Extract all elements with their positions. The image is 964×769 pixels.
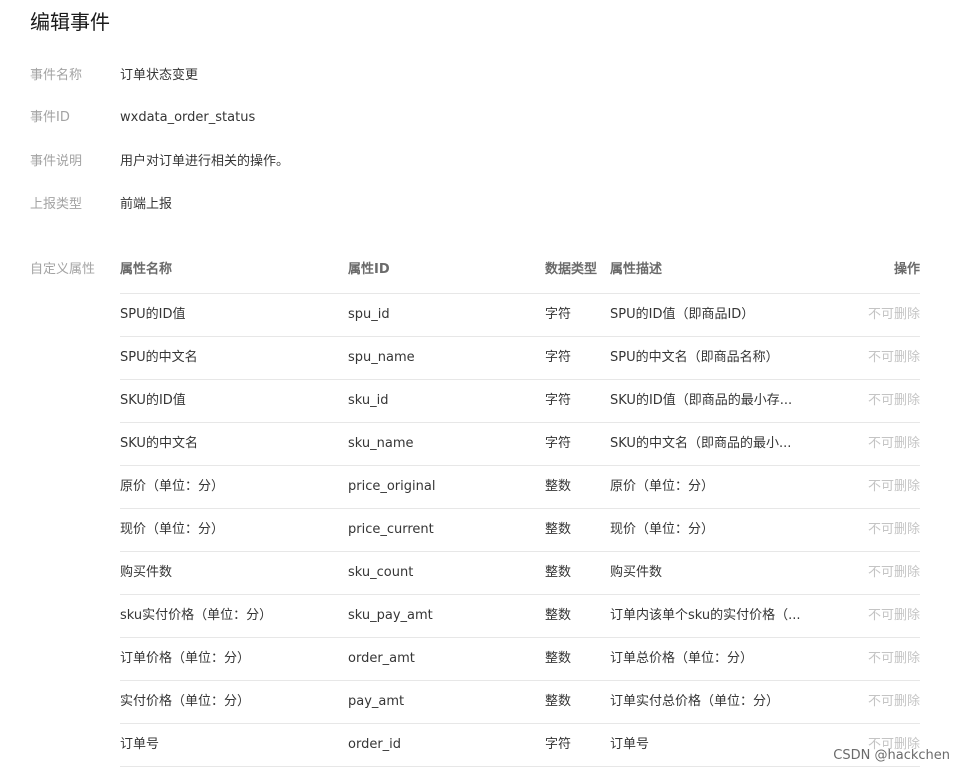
delete-disabled-label: 不可删除 <box>867 522 920 537</box>
header-attr-id: 属性ID <box>348 262 390 277</box>
delete-disabled-label: 不可删除 <box>867 350 920 365</box>
report-type-label: 上报类型 <box>30 197 83 212</box>
data-type: 字符 <box>545 436 572 451</box>
attr-name: 原价（单位：分） <box>120 479 225 494</box>
attr-description: 订单实付总价格（单位：分） <box>610 694 780 709</box>
event-description-label: 事件说明 <box>30 154 83 169</box>
data-type: 字符 <box>545 393 572 408</box>
attr-id: sku_count <box>348 565 414 580</box>
attr-description: 购买件数 <box>610 565 663 580</box>
attr-name: 订单号 <box>120 737 160 752</box>
table-row: SPU的中文名 spu_name 字符 SPU的中文名（即商品名称） 不可删除 <box>120 337 920 380</box>
data-type: 字符 <box>545 737 572 752</box>
attr-name: SPU的ID值 <box>120 307 186 322</box>
table-row: SKU的中文名 sku_name 字符 SKU的中文名（即商品的最小... 不可删除 <box>120 423 920 466</box>
table-row: sku实付价格（单位：分） sku_pay_amt 整数 订单内该单个sku的实付价格… <box>120 595 920 638</box>
delete-disabled-label: 不可删除 <box>867 608 920 623</box>
header-attr-description: 属性描述 <box>610 262 663 277</box>
attr-name: SPU的中文名 <box>120 350 198 365</box>
table-row: 原价（单位：分） price_original 整数 原价（单位：分） 不可删除 <box>120 466 920 509</box>
attr-description: 订单号 <box>610 737 650 752</box>
custom-attributes-label: 自定义属性 <box>30 262 96 277</box>
attr-id: order_amt <box>348 651 415 666</box>
attr-name: 购买件数 <box>120 565 173 580</box>
event-id-value: wxdata_order_status <box>120 110 256 125</box>
report-type-value: 前端上报 <box>120 197 173 212</box>
delete-disabled-label: 不可删除 <box>867 307 920 322</box>
delete-disabled-label: 不可删除 <box>867 393 920 408</box>
attr-name: 现价（单位：分） <box>120 522 225 537</box>
table-row: 购买件数 sku_count 整数 购买件数 不可删除 <box>120 552 920 595</box>
data-type: 整数 <box>545 522 572 537</box>
attr-description: SPU的中文名（即商品名称） <box>610 350 779 365</box>
attr-name: SKU的ID值 <box>120 393 186 408</box>
attr-id: sku_name <box>348 436 414 451</box>
attr-id: sku_pay_amt <box>348 608 433 623</box>
delete-disabled-label: 不可删除 <box>867 651 920 666</box>
delete-disabled-label: 不可删除 <box>867 565 920 580</box>
attr-name: SKU的中文名 <box>120 436 198 451</box>
header-attr-name: 属性名称 <box>120 262 173 277</box>
table-row: 实付价格（单位：分） pay_amt 整数 订单实付总价格（单位：分） 不可删除 <box>120 681 920 724</box>
event-name-value: 订单状态变更 <box>120 68 199 83</box>
attr-id: spu_id <box>348 307 390 322</box>
event-id-label: 事件ID <box>30 110 70 125</box>
attr-id: price_original <box>348 479 436 494</box>
attr-description: 现价（单位：分） <box>610 522 715 537</box>
attributes-table: 属性名称 属性ID 数据类型 属性描述 操作 SPU的ID值 spu_id 字符 SP… <box>120 250 920 767</box>
attr-description: SKU的中文名（即商品的最小... <box>610 436 792 451</box>
delete-disabled-label: 不可删除 <box>867 694 920 709</box>
table-row: 订单号 order_id 字符 订单号 不可删除 <box>120 724 920 767</box>
data-type: 整数 <box>545 651 572 666</box>
table-row: 现价（单位：分） price_current 整数 现价（单位：分） 不可删除 <box>120 509 920 552</box>
attr-description: 订单内该单个sku的实付价格（... <box>610 608 801 623</box>
header-data-type: 数据类型 <box>545 262 598 277</box>
attr-name: 实付价格（单位：分） <box>120 694 251 709</box>
attr-id: sku_id <box>348 393 389 408</box>
event-name-label: 事件名称 <box>30 68 83 83</box>
attr-name: sku实付价格（单位：分） <box>120 608 273 623</box>
attr-id: spu_name <box>348 350 415 365</box>
data-type: 字符 <box>545 350 572 365</box>
data-type: 字符 <box>545 307 572 322</box>
data-type: 整数 <box>545 608 572 623</box>
delete-disabled-label: 不可删除 <box>867 479 920 494</box>
data-type: 整数 <box>545 565 572 580</box>
attr-description: SPU的ID值（即商品ID） <box>610 307 755 322</box>
data-type: 整数 <box>545 479 572 494</box>
attr-description: 订单总价格（单位：分） <box>610 651 754 666</box>
header-operation: 操作 <box>893 262 920 277</box>
attr-description: SKU的ID值（即商品的最小存... <box>610 393 793 408</box>
attr-id: pay_amt <box>348 694 405 709</box>
table-row: SPU的ID值 spu_id 字符 SPU的ID值（即商品ID） 不可删除 <box>120 294 920 337</box>
table-header: 属性名称 属性ID 数据类型 属性描述 操作 <box>120 250 920 294</box>
page-title: 编辑事件 <box>30 10 110 34</box>
watermark: CSDN @hackchen <box>833 748 950 763</box>
attr-name: 订单价格（单位：分） <box>120 651 251 666</box>
delete-disabled-label: 不可删除 <box>867 436 920 451</box>
attr-id: order_id <box>348 737 402 752</box>
attr-id: price_current <box>348 522 434 537</box>
table-row: SKU的ID值 sku_id 字符 SKU的ID值（即商品的最小存... 不可删除 <box>120 380 920 423</box>
data-type: 整数 <box>545 694 572 709</box>
table-row: 订单价格（单位：分） order_amt 整数 订单总价格（单位：分） 不可删除 <box>120 638 920 681</box>
table-body: SPU的ID值 spu_id 字符 SPU的ID值（即商品ID） 不可删除 SPU的中文名… <box>120 294 920 767</box>
event-description-value: 用户对订单进行相关的操作。 <box>120 154 290 169</box>
attr-description: 原价（单位：分） <box>610 479 715 494</box>
